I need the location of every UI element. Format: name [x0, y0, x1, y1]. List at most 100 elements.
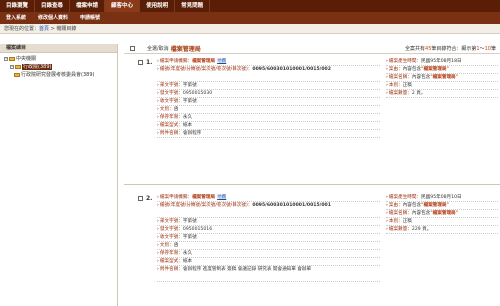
field-highlight: "檔案管理局" [421, 67, 449, 72]
bullet-arrow-icon: › [386, 203, 388, 208]
field-highlight: "檔案管理局" [430, 75, 459, 80]
results-stats: 全案共有45筆目錄符合：顯示第1～10筆 [405, 45, 496, 52]
field-row: ›收文字號：字第號 [157, 98, 380, 106]
field-label: 檔案產生時間： [388, 195, 422, 200]
field-value: 紙本 [182, 259, 193, 264]
collapse-icon[interactable]: − [10, 64, 14, 69]
bullet-arrow-icon: › [157, 219, 159, 224]
field-row: ›檔案名稱：內容包含"檔案管理局" [386, 210, 498, 218]
record-checkbox[interactable] [138, 60, 143, 65]
folder-icon [15, 64, 21, 69]
field-label: 檔案名稱： [388, 75, 412, 80]
field-value: 字第號 [182, 235, 197, 240]
bullet-arrow-icon: › [157, 203, 159, 208]
field-label: 來文字號： [159, 83, 183, 88]
field-label: 發文字號： [159, 227, 183, 232]
bullet-arrow-icon: › [157, 99, 159, 104]
bullet-arrow-icon: › [386, 211, 388, 216]
tree-node-child[interactable]: 行政院研究發展考核委員會(389) [4, 71, 117, 79]
field-value: 0095/600301010001/0015/002 [252, 67, 331, 72]
field-row: ›本別：正稿 [386, 218, 498, 226]
field-row: ›檔案型式：紙本 [157, 122, 380, 130]
field-value: 0950015030 [182, 91, 213, 96]
sidebar-title: 檔案總目 [0, 44, 117, 53]
subnav-item[interactable]: 登入系統 [0, 12, 32, 24]
sidebar: 檔案總目 − 中央機關 − 行政院(389) 行政院研究發展考核委員會(389) [0, 44, 118, 306]
subnav-item[interactable]: 修改個人資料 [32, 12, 74, 24]
breadcrumb-home-link[interactable]: 首頁 [39, 26, 49, 32]
bullet-arrow-icon: › [157, 107, 159, 112]
field-value: 字第號 [182, 83, 197, 88]
field-value: 紙本 [182, 123, 193, 128]
field-label: 保存年限： [159, 115, 183, 120]
field-label: 檔案數量： [388, 227, 412, 232]
topnav-item[interactable]: 檔案申請 [70, 0, 106, 12]
bullet-arrow-icon: › [157, 59, 159, 64]
results-panel: 全選/取消 檔案管理局 全案共有45筆目錄符合：顯示第1～10筆 1. ›檔案申請… [124, 44, 500, 306]
field-label: 檔案產生時間： [388, 59, 422, 64]
collapse-icon[interactable]: − [4, 56, 8, 61]
topnav-item[interactable]: 目錄查尋 [35, 0, 71, 12]
record-number: 1. [146, 59, 153, 66]
field-value: 字第號 [182, 219, 197, 224]
topnav-item[interactable]: 目錄瀏覽 [0, 0, 36, 12]
map-link[interactable]: 地圖 [217, 195, 226, 200]
topnav-item[interactable]: 使用說明 [140, 0, 176, 12]
field-row: ›檔號(年度號/分類號/案次號/卷次號/目次號)：0095/6003010100… [157, 66, 380, 82]
folder-icon [14, 72, 20, 77]
record-fields-left: ›檔案申請機關：檔案管理局 地圖 ›檔號(年度號/分類號/案次號/卷次號/目次號)：… [157, 194, 380, 282]
field-label: 檔案名稱： [388, 211, 412, 216]
bullet-arrow-icon: › [157, 235, 159, 240]
bullet-arrow-icon: › [157, 131, 159, 136]
top-nav: 目錄瀏覽 目錄查尋 檔案申請 顧客中心 使用說明 常見問題 [0, 0, 500, 12]
sub-nav: 登入系統 修改個人資料 申請帳號 [0, 12, 500, 24]
bullet-arrow-icon: › [157, 83, 159, 88]
field-value: 函 [173, 107, 179, 112]
field-label: 保存年限： [159, 251, 183, 256]
field-label: 檔號(年度號/分類號/案次號/卷次號/目次號)： [159, 67, 253, 72]
field-value: 內容包含 [411, 75, 431, 80]
field-row: ›檔案申請機關：檔案管理局 地圖 [157, 58, 380, 66]
field-value: 內容包含 [411, 211, 431, 216]
field-value: 正稿 [402, 219, 412, 224]
field-value: 字第號 [182, 99, 197, 104]
field-value: 永久 [182, 251, 193, 256]
field-label: 收文字號： [159, 235, 183, 240]
catalog-tree: − 中央機關 − 行政院(389) 行政院研究發展考核委員會(389) [0, 53, 117, 79]
bullet-arrow-icon: › [157, 267, 159, 272]
bullet-arrow-icon: › [157, 67, 159, 72]
map-link[interactable]: 地圖 [217, 59, 226, 64]
tree-node-child-label[interactable]: 行政院研究發展考核委員會(389) [21, 72, 94, 78]
record-fields-right: ›檔案產生時間：民國95年08月10日 ›案由：內容包含"檔案管理局" ›檔案名稱：… [386, 194, 498, 234]
field-value: 會辦程序 進度管制表 簽稿 會議記錄 研究表 開會通知單 會辦單 [182, 267, 312, 272]
select-all-checkbox[interactable] [130, 46, 135, 51]
record-number: 2. [146, 195, 153, 202]
field-value: 會辦程序 [182, 131, 202, 136]
bullet-arrow-icon: › [157, 259, 159, 264]
field-highlight: "檔案管理局" [430, 211, 459, 216]
field-row: ›檔案產生時間：民國95年08月10日 [386, 194, 498, 202]
bullet-arrow-icon: › [386, 227, 388, 232]
record-checkbox[interactable] [138, 196, 143, 201]
field-value: 229 頁。 [411, 227, 432, 232]
field-label: 收文字號： [159, 99, 183, 104]
field-row: ›發文字號：0950015016 [157, 226, 380, 234]
breadcrumb-current: 機關目錄 [56, 26, 77, 32]
field-label: 附件名稱： [159, 267, 183, 272]
bullet-arrow-icon: › [386, 91, 388, 96]
subnav-item[interactable]: 申請帳號 [74, 12, 106, 24]
tree-node-root[interactable]: − 中央機關 [4, 55, 117, 63]
field-row: ›保存年限：永久 [157, 114, 380, 122]
field-value: 檔案管理局 [192, 59, 216, 64]
field-value: 函 [173, 243, 179, 248]
topnav-item[interactable]: 常見問題 [175, 0, 211, 12]
tree-node-dept-label[interactable]: 行政院(389) [22, 64, 53, 70]
bullet-arrow-icon: › [157, 251, 159, 256]
field-value: 檔案管理局 [192, 195, 216, 200]
field-row: ›來文字號：字第號 [157, 218, 380, 226]
select-all-label[interactable]: 全選/取消 [147, 45, 169, 52]
topnav-item[interactable]: 顧客中心 [105, 0, 141, 12]
field-row: ›案由：內容包含"檔案管理局" [386, 202, 498, 210]
field-row: ›文別：函 [157, 242, 380, 250]
tree-node-dept[interactable]: − 行政院(389) [4, 63, 117, 71]
